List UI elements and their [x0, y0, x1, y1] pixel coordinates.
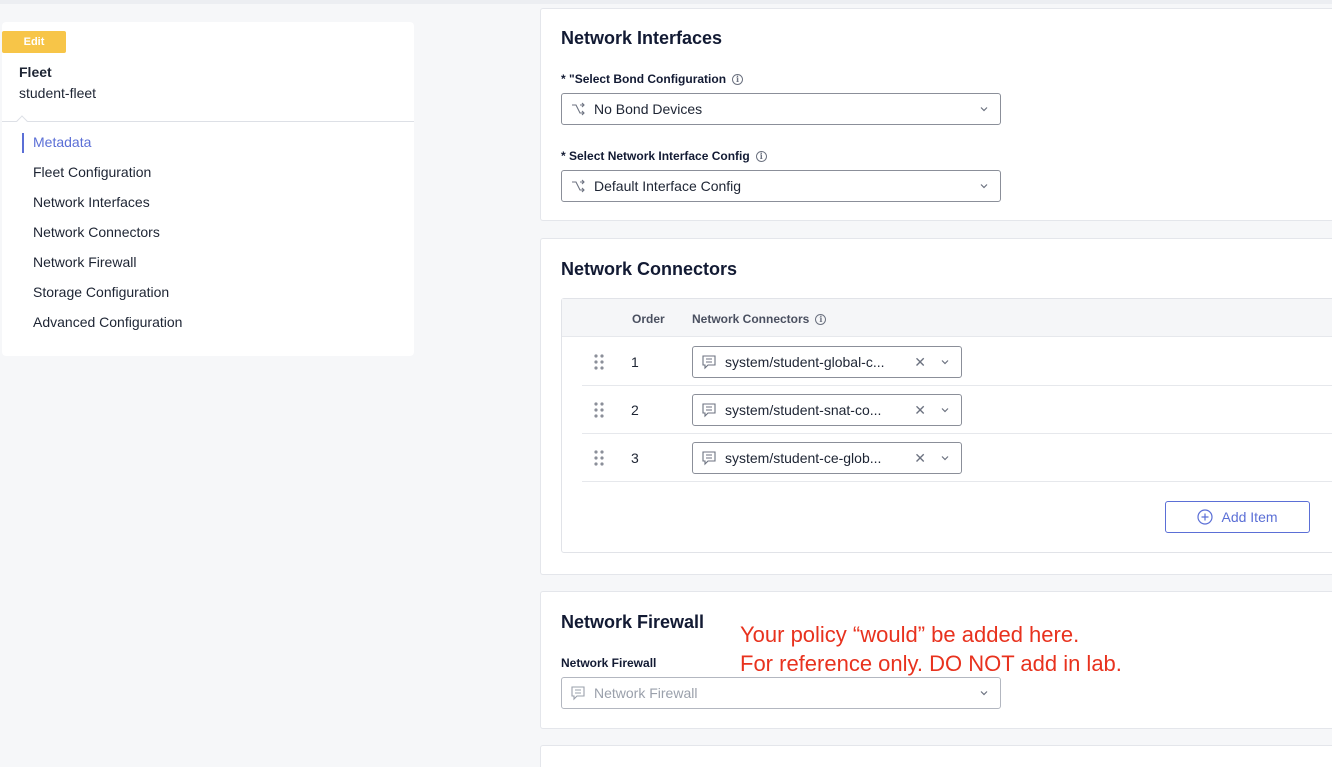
annotation-line-1: Your policy “would” be added here. [740, 622, 1080, 647]
fleet-name: student-fleet [19, 85, 97, 101]
nav-item-metadata[interactable]: Metadata [22, 130, 182, 160]
chevron-down-icon[interactable] [939, 404, 951, 416]
drag-handle-icon[interactable] [594, 354, 604, 370]
connector-select[interactable]: system/student-global-c... ✕ [692, 346, 962, 378]
sidebar-divider [2, 121, 414, 122]
chevron-down-icon [980, 184, 988, 189]
interface-config-label: * Select Network Interface Config i [561, 149, 767, 163]
next-section-card [540, 745, 1332, 767]
add-item-button[interactable]: Add Item [1165, 501, 1310, 533]
row-order: 1 [631, 354, 639, 370]
chevron-down-icon[interactable] [939, 356, 951, 368]
network-connectors-card: Network Connectors Order Network Connect… [540, 238, 1332, 575]
bond-config-label: * "Select Bond Configuration i [561, 72, 744, 86]
chevron-down-icon [980, 107, 988, 112]
add-item-label: Add Item [1221, 509, 1278, 525]
table-row: 2 system/student-snat-co... ✕ [582, 386, 1332, 434]
row-order: 3 [631, 450, 639, 466]
table-header: Order Network Connectors i [562, 299, 1332, 337]
network-firewall-label: Network Firewall [561, 656, 656, 670]
network-interfaces-title: Network Interfaces [561, 28, 723, 48]
chevron-down-icon[interactable] [939, 452, 951, 464]
sidebar-panel: Edit Fleet student-fleet Metadata Fleet … [2, 22, 414, 356]
info-icon[interactable]: i [815, 313, 827, 325]
table-row: 3 system/student-ce-glob... ✕ [582, 434, 1332, 482]
info-icon[interactable]: i [755, 150, 767, 162]
interface-config-value: Default Interface Config [594, 178, 742, 194]
network-firewall-title: Network Firewall [561, 612, 705, 632]
branch-icon [570, 101, 586, 117]
sidebar-notch [16, 115, 28, 127]
connector-select[interactable]: system/student-ce-glob... ✕ [692, 442, 962, 474]
interface-config-label-text: * Select Network Interface Config [561, 149, 750, 163]
nav-item-network-interfaces[interactable]: Network Interfaces [22, 190, 182, 220]
nav-item-storage-configuration[interactable]: Storage Configuration [22, 280, 182, 310]
document-icon [701, 450, 717, 466]
top-strip [0, 0, 1332, 4]
table-row: 1 system/student-global-c... ✕ [582, 338, 1332, 386]
column-header-order: Order [632, 312, 665, 326]
branch-icon [570, 178, 586, 194]
nav-item-advanced-configuration[interactable]: Advanced Configuration [22, 310, 182, 340]
connectors-table: Order Network Connectors i 1 system/stud… [561, 298, 1332, 553]
network-firewall-select[interactable]: Network Firewall [561, 677, 1001, 709]
connector-value: system/student-global-c... [725, 354, 885, 370]
edit-badge: Edit [2, 31, 66, 53]
plus-circle-icon [1197, 509, 1214, 525]
lab-annotation: Your policy “would” be added here. For r… [740, 620, 1122, 678]
drag-handle-icon[interactable] [594, 402, 604, 418]
network-firewall-placeholder: Network Firewall [594, 685, 698, 701]
document-icon [701, 402, 717, 418]
document-icon [701, 354, 717, 370]
nav-item-network-firewall[interactable]: Network Firewall [22, 250, 182, 280]
network-firewall-label-text: Network Firewall [561, 656, 657, 670]
fleet-label: Fleet [19, 64, 52, 80]
info-icon[interactable]: i [732, 73, 744, 85]
section-nav: Metadata Fleet Configuration Network Int… [22, 130, 182, 340]
annotation-line-2: For reference only. DO NOT add in lab. [740, 651, 1122, 676]
network-connectors-title: Network Connectors [561, 259, 738, 279]
connector-value: system/student-ce-glob... [725, 450, 882, 466]
network-interfaces-card: Network Interfaces * "Select Bond Config… [540, 8, 1332, 221]
interface-config-select[interactable]: Default Interface Config [561, 170, 1001, 202]
nav-item-fleet-configuration[interactable]: Fleet Configuration [22, 160, 182, 190]
connector-select[interactable]: system/student-snat-co... ✕ [692, 394, 962, 426]
clear-icon[interactable]: ✕ [914, 354, 926, 371]
column-header-network-connectors: Network Connectors i [692, 312, 827, 326]
bond-config-value: No Bond Devices [594, 101, 703, 117]
drag-handle-icon[interactable] [594, 450, 604, 466]
bond-config-label-text: * "Select Bond Configuration [561, 72, 727, 86]
row-order: 2 [631, 402, 639, 418]
nav-item-network-connectors[interactable]: Network Connectors [22, 220, 182, 250]
bond-config-select[interactable]: No Bond Devices [561, 93, 1001, 125]
column-header-label: Network Connectors [692, 312, 810, 326]
chevron-down-icon [980, 691, 988, 696]
connector-value: system/student-snat-co... [725, 402, 882, 418]
document-icon [570, 685, 586, 701]
clear-icon[interactable]: ✕ [914, 402, 926, 419]
clear-icon[interactable]: ✕ [914, 450, 926, 467]
